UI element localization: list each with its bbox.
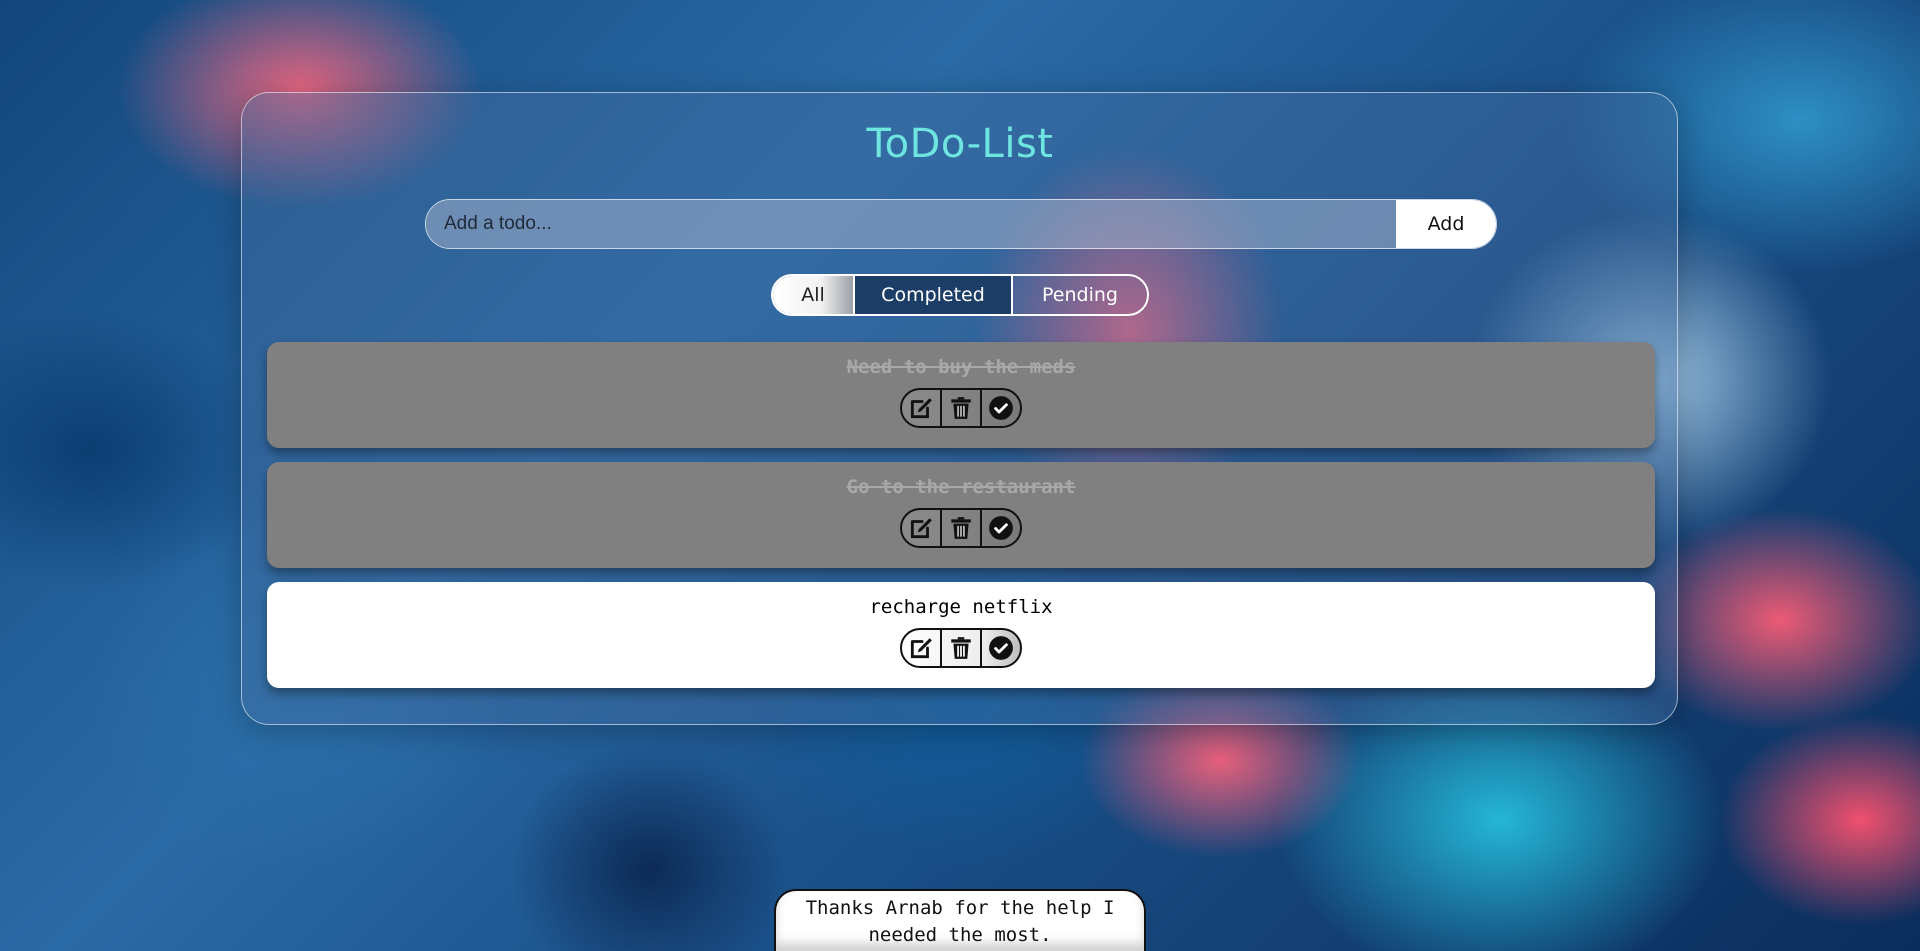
todo-item: Go to the restaurant [267, 462, 1655, 568]
delete-button[interactable] [940, 630, 980, 666]
complete-button[interactable] [980, 630, 1020, 666]
todo-text: recharge netflix [869, 596, 1053, 618]
todo-item: Need to buy the meds [267, 342, 1655, 448]
edit-button[interactable] [902, 510, 940, 546]
todo-actions [900, 388, 1022, 428]
check-circle-icon [989, 636, 1013, 660]
trash-icon [951, 637, 971, 659]
add-todo-form: Add [425, 199, 1497, 249]
todo-actions [900, 508, 1022, 548]
delete-button[interactable] [940, 510, 980, 546]
trash-icon [951, 517, 971, 539]
todo-text: Go to the restaurant [846, 476, 1076, 498]
add-button[interactable]: Add [1396, 200, 1496, 248]
edit-icon [910, 518, 932, 539]
check-circle-icon [989, 396, 1013, 420]
todo-text: Need to buy the meds [846, 356, 1076, 378]
edit-button[interactable] [902, 630, 940, 666]
todo-actions [900, 628, 1022, 668]
trash-icon [951, 397, 971, 419]
todo-item: recharge netflix [267, 582, 1655, 688]
page-title: ToDo-List [866, 121, 1054, 167]
complete-button[interactable] [980, 390, 1020, 426]
edit-icon [910, 398, 932, 419]
footer-message: Thanks Arnab for the help I needed the m… [774, 889, 1146, 951]
filter-completed-button[interactable]: Completed [853, 276, 1013, 314]
complete-button[interactable] [980, 510, 1020, 546]
filter-all-button[interactable]: All [773, 276, 853, 314]
delete-button[interactable] [940, 390, 980, 426]
edit-button[interactable] [902, 390, 940, 426]
filter-pending-button[interactable]: Pending [1013, 276, 1147, 314]
todo-input[interactable] [426, 200, 1396, 248]
filter-group: All Completed Pending [771, 274, 1149, 316]
edit-icon [910, 638, 932, 659]
check-circle-icon [989, 516, 1013, 540]
